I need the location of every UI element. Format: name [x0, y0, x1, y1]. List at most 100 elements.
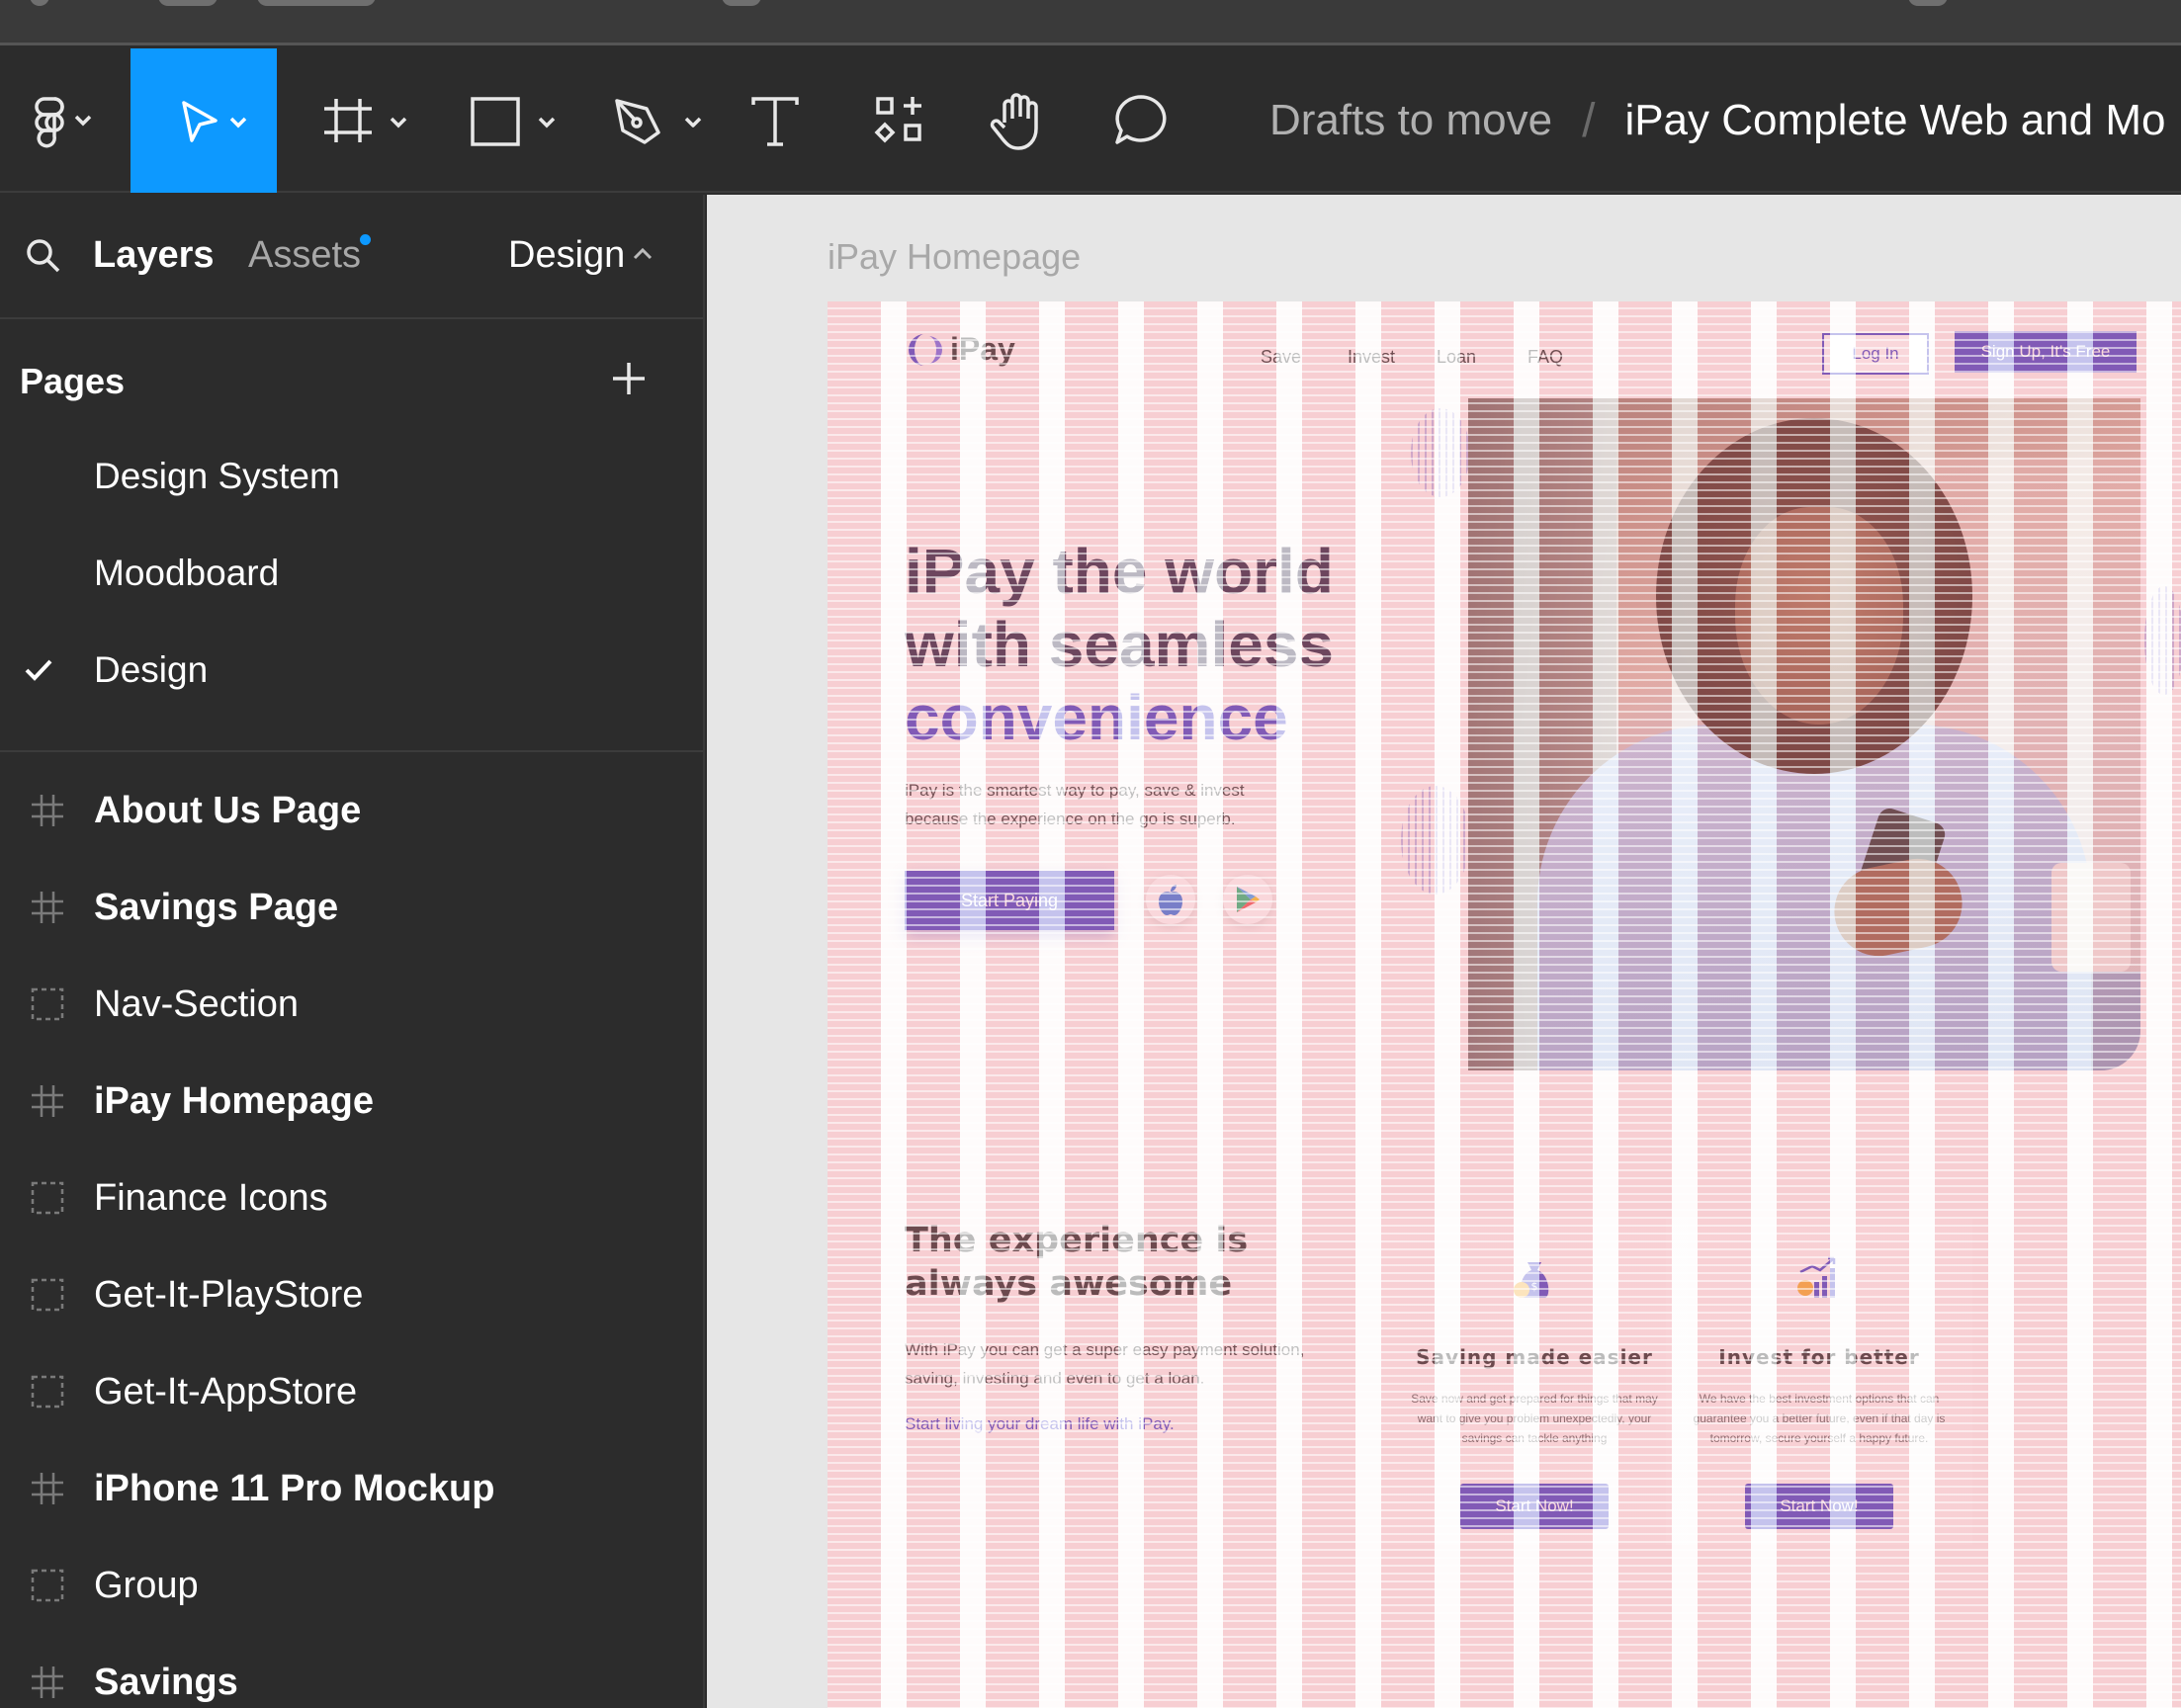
layer-label: Get-It-PlayStore [94, 1273, 364, 1316]
layer-row-group[interactable]: Group [0, 1537, 703, 1634]
figma-logo-icon [35, 97, 92, 148]
pages-header: Pages [20, 361, 126, 401]
decorative-lines-top [1411, 408, 1470, 497]
card-body: Save now and get prepared for things tha… [1411, 1392, 1658, 1445]
hand-tool-button[interactable] [979, 48, 1058, 193]
left-sidebar: Layers Assets Design Pages Design System… [0, 195, 705, 1708]
page-item-moodboard[interactable]: Moodboard [94, 553, 279, 594]
design-canvas[interactable]: iPay Homepage iPay Save Invest Loan FAQ … [707, 195, 2181, 1708]
tab-layers[interactable]: Layers [93, 234, 215, 277]
frame-hash-icon [31, 795, 63, 826]
layer-label: Savings [94, 1661, 238, 1703]
hero-line-1: iPay the world [905, 536, 1334, 607]
decorative-lines-bottom [1401, 786, 1470, 895]
assets-notification-dot [360, 234, 371, 245]
app-store-button[interactable] [1146, 875, 1195, 924]
section-link[interactable]: Start living your dream life with iPay. [905, 1414, 1175, 1434]
layer-row-about-us-page[interactable]: About Us Page [0, 762, 703, 859]
breadcrumb: Drafts to move / iPay Complete Web and M… [1269, 48, 2165, 193]
frame-hash-icon [31, 892, 63, 923]
group-dashed-icon [31, 1569, 63, 1602]
page-item-design[interactable]: Design [94, 649, 208, 691]
hand-icon [990, 93, 1038, 150]
group-dashed-icon [31, 1278, 63, 1312]
toolbar: Drafts to move / iPay Complete Web and M… [0, 48, 2181, 193]
layer-row-nav-section[interactable]: Nav-Section [0, 956, 703, 1053]
apple-icon [1159, 885, 1182, 915]
add-page-plus-icon[interactable] [609, 359, 649, 398]
breadcrumb-file-name[interactable]: iPay Complete Web and Mo [1624, 96, 2165, 145]
ipay-logo-mark-icon [909, 333, 942, 366]
signup-button[interactable]: Sign Up, It's Free [1955, 331, 2137, 373]
breadcrumb-project[interactable]: Drafts to move [1269, 96, 1552, 145]
group-dashed-icon [31, 1181, 63, 1215]
layer-row-finance-icons[interactable]: Finance Icons [0, 1150, 703, 1246]
layer-label: Group [94, 1564, 199, 1606]
logo-text: iPay [950, 331, 1015, 367]
resources-tool-button[interactable] [860, 48, 939, 193]
layer-label: Finance Icons [94, 1176, 328, 1219]
pen-nib-icon [615, 99, 702, 144]
layer-row-savings[interactable]: Savings [0, 1634, 703, 1708]
comment-bubble-icon [1115, 95, 1167, 144]
layer-label: Savings Page [94, 886, 339, 928]
google-play-icon [1237, 887, 1260, 912]
site-logo[interactable]: iPay [905, 331, 1015, 368]
start-paying-button[interactable]: Start Paying [905, 871, 1114, 930]
cursor-arrow-icon [182, 101, 247, 142]
nav-link-save[interactable]: Save [1261, 347, 1301, 368]
shape-tool-button[interactable] [445, 48, 573, 193]
layer-row-iphone-11-pro-mockup[interactable]: iPhone 11 Pro Mockup [0, 1440, 703, 1537]
nav-link-loan[interactable]: Loan [1437, 347, 1476, 368]
layer-row-savings-page[interactable]: Savings Page [0, 859, 703, 956]
play-store-button[interactable] [1223, 875, 1272, 924]
feature-card-invest: Invest for better We have the best inves… [1666, 1219, 1972, 1545]
frame-hash-icon [324, 99, 407, 142]
start-now-button[interactable]: Start Now! [1460, 1484, 1609, 1529]
section-body: With iPay you can get a super easy payme… [905, 1340, 1305, 1388]
section-title: The experience is always awesome [905, 1221, 1249, 1304]
layer-label: Nav-Section [94, 982, 299, 1025]
text-tool-button[interactable] [736, 48, 815, 193]
group-dashed-icon [31, 987, 63, 1021]
sidebar-tabs: Layers Assets Design [0, 195, 703, 319]
tab-assets[interactable]: Assets [248, 234, 361, 277]
svg-text:$: $ [1531, 1280, 1538, 1293]
text-t-icon [751, 97, 799, 146]
rectangle-icon [471, 97, 556, 146]
window-title-strip [0, 0, 2181, 45]
card-body: We have the best investment options that… [1693, 1392, 1946, 1445]
layer-row-get-it-playstore[interactable]: Get-It-PlayStore [0, 1246, 703, 1343]
layer-label: iPay Homepage [94, 1079, 374, 1122]
comment-tool-button[interactable] [1101, 48, 1180, 193]
start-now-button[interactable]: Start Now! [1745, 1484, 1893, 1529]
feature-card-saving: $ Saving made easier Save now and get pr… [1381, 1219, 1688, 1545]
layer-row-get-it-appstore[interactable]: Get-It-AppStore [0, 1343, 703, 1440]
frame-label[interactable]: iPay Homepage [828, 236, 1081, 278]
layer-row-ipay-homepage[interactable]: iPay Homepage [0, 1053, 703, 1150]
card-title: Invest for better [1718, 1345, 1920, 1369]
nav-link-faq[interactable]: FAQ [1527, 347, 1563, 368]
chevron-up-icon[interactable] [631, 244, 654, 264]
ipay-homepage-frame[interactable]: iPay Save Invest Loan FAQ Log In Sign Up… [828, 301, 2181, 1708]
components-grid-icon [874, 97, 921, 143]
money-bag-icon: $ [1514, 1262, 1549, 1298]
hero-accent: convenience [905, 682, 1288, 753]
hero-headline: iPay the world with seamless convenience [905, 535, 1399, 754]
frame-hash-icon [31, 1666, 63, 1698]
frame-tool-button[interactable] [297, 48, 425, 193]
investment-chart-icon [1797, 1256, 1836, 1298]
design-page-selector[interactable]: Design [508, 234, 625, 277]
page-item-design-system[interactable]: Design System [94, 456, 340, 497]
search-icon[interactable] [24, 236, 63, 276]
login-button[interactable]: Log In [1822, 333, 1929, 375]
hero-line-2: with seamless [905, 609, 1334, 680]
layer-label: Get-It-AppStore [94, 1370, 358, 1412]
frame-hash-icon [31, 1085, 63, 1117]
main-menu-button[interactable] [0, 48, 129, 193]
checkmark-icon [25, 659, 52, 681]
move-tool-button[interactable] [131, 48, 277, 193]
nav-link-invest[interactable]: Invest [1348, 347, 1395, 368]
pen-tool-button[interactable] [591, 48, 720, 193]
hero-subtitle: iPay is the smartest way to pay, save & … [905, 781, 1245, 828]
